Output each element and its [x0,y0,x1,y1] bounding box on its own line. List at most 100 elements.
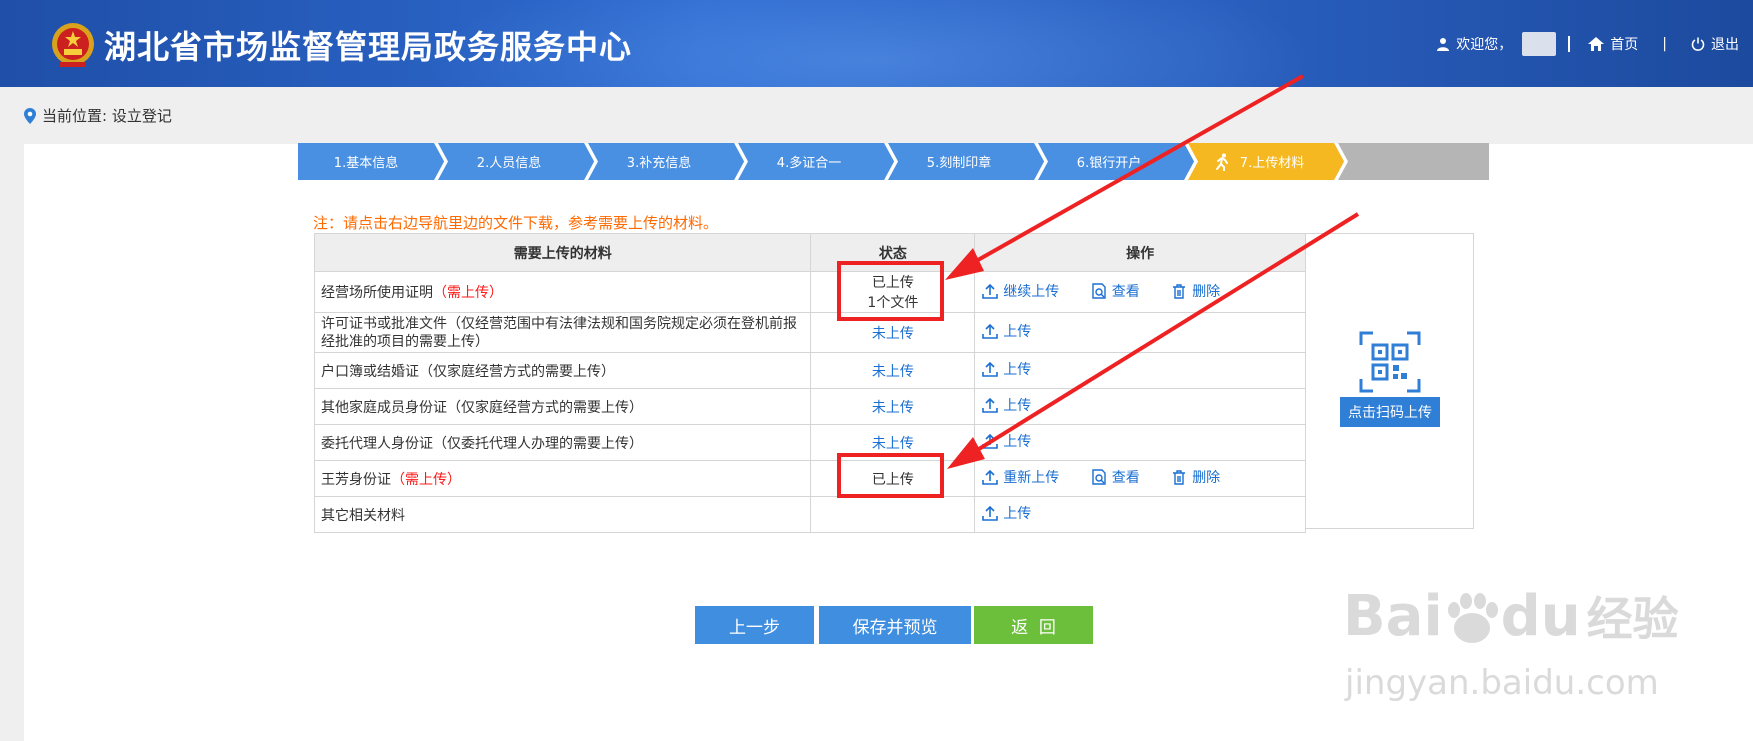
status-cell: 未上传 [810,352,976,389]
continue-upload-button[interactable]: 继续上传 [981,281,1059,301]
back-button[interactable]: 返 回 [974,606,1093,644]
upload-button[interactable]: 上传 [981,503,1031,523]
material-name: 经营场所使用证明（需上传） [313,271,812,313]
trash-icon [1173,283,1186,299]
status-text: 未上传 [871,363,914,380]
step-label: 5.刻制印章 [926,156,992,171]
save-preview-button[interactable]: 保存并预览 [819,606,971,644]
breadcrumb-text: 当前位置: 设立登记 [42,107,172,125]
step-chevron-icon [1184,143,1198,180]
material-name: 其他家庭成员身份证（仅家庭经营方式的需要上传） [313,388,812,425]
upload-button[interactable]: 上传 [981,395,1031,415]
upload-button[interactable]: 上传 [981,321,1031,341]
status-cell: 未上传 [810,388,976,425]
view-button[interactable]: 查看 [1090,281,1140,301]
header: 湖北省市场监督管理局政务服务中心 欢迎您， 首页 | 退出 [0,0,1753,87]
step-3[interactable]: 3.补充信息 [584,143,734,180]
step-label: 3.补充信息 [626,156,692,171]
materials-table: 需要上传的材料 状态 操作 经营场所使用证明（需上传） 已上传 1个文件 继续上传… [313,233,1306,533]
logout-label: 退出 [1711,37,1739,53]
view-button[interactable]: 查看 [1090,467,1140,487]
operation-cell: 上传 [974,312,1306,353]
step-7-active[interactable]: 7.上传材料 [1184,143,1334,180]
username-masked [1522,32,1557,56]
step-1[interactable]: 1.基本信息 [298,143,434,180]
table-row: 其它相关材料 上传 [313,496,1306,533]
location-pin-icon [24,107,36,124]
operation-cell: 上传 [974,424,1306,461]
step-chevron-icon [1034,143,1048,180]
top-links: 欢迎您， 首页 | 退出 [1436,32,1739,56]
upload-icon [982,397,999,413]
required-tag: （需上传） [433,285,503,301]
step-label: 6.银行开户 [1076,156,1142,171]
step-label: 7.上传材料 [1239,156,1305,171]
material-name: 许可证书或批准文件（仅经营范围中有法律法规和国务院规定必须在登机前报经批准的项目… [313,312,812,353]
material-name: 其它相关材料 [313,496,812,533]
steps-bar: 1.基本信息 2.人员信息 3.补充信息 4.多证合一 5.刻制印章 6.银行开… [298,143,1489,180]
upload-icon [982,323,999,339]
divider: | [1662,36,1667,52]
upload-button[interactable]: 上传 [981,431,1031,451]
status-text: 未上传 [871,399,914,416]
step-chevron-icon [1334,143,1348,180]
watermark-url: jingyan.baidu.com [1345,663,1659,703]
view-document-icon [1092,282,1106,299]
upload-icon [982,361,999,377]
table-row: 经营场所使用证明（需上传） 已上传 1个文件 继续上传 查看 删除 [313,271,1306,313]
col-header-material: 需要上传的材料 [313,233,812,272]
step-label: 1.基本信息 [333,156,399,171]
reupload-button[interactable]: 重新上传 [981,467,1059,487]
welcome-user[interactable]: 欢迎您， [1436,32,1571,56]
view-document-icon [1092,469,1106,485]
welcome-text: 欢迎您， [1456,37,1513,53]
home-link[interactable]: 首页 [1588,34,1638,54]
highlight-box [837,261,944,321]
material-name: 王芳身份证（需上传） [313,460,812,497]
step-2[interactable]: 2.人员信息 [434,143,584,180]
user-icon [1437,38,1450,51]
operation-cell: 继续上传 查看 删除 [974,271,1306,313]
upload-icon [982,433,999,449]
site-title: 湖北省市场监督管理局政务服务中心 [104,28,633,66]
step-4[interactable]: 4.多证合一 [734,143,884,180]
step-label: 4.多证合一 [776,156,842,171]
upload-note: 注：请点击右边导航里边的文件下载，参考需要上传的材料。 [313,214,719,232]
step-chevron-icon [584,143,598,180]
upload-icon [982,469,999,485]
table-row: 其他家庭成员身份证（仅家庭经营方式的需要上传） 未上传 上传 [313,388,1306,425]
step-label: 2.人员信息 [476,156,542,171]
col-header-operation: 操作 [974,233,1306,272]
step-5[interactable]: 5.刻制印章 [884,143,1034,180]
required-tag: （需上传） [391,471,461,488]
home-icon [1588,37,1605,51]
prev-step-button[interactable]: 上一步 [695,606,814,644]
table-row: 户口簿或结婚证（仅家庭经营方式的需要上传） 未上传 上传 [313,352,1306,389]
operation-cell: 上传 [974,352,1306,389]
step-chevron-icon [884,143,898,180]
step-chevron-icon [434,143,448,180]
power-icon [1691,37,1705,51]
delete-button[interactable]: 删除 [1170,281,1220,301]
upload-icon [982,505,999,521]
step-6[interactable]: 6.银行开户 [1034,143,1184,180]
divider [1568,36,1571,52]
status-text: 未上传 [871,325,914,342]
qr-code-icon [1359,331,1421,393]
upload-button[interactable]: 上传 [981,359,1031,379]
logout-link[interactable]: 退出 [1691,34,1739,54]
material-name: 委托代理人身份证（仅委托代理人办理的需要上传） [313,424,812,461]
national-emblem-icon [52,23,94,67]
table-row: 许可证书或批准文件（仅经营范围中有法律法规和国务院规定必须在登机前报经批准的项目… [313,312,1306,353]
status-text: 未上传 [871,435,914,452]
home-label: 首页 [1610,37,1639,53]
delete-button[interactable]: 删除 [1170,467,1220,487]
scan-upload-button[interactable]: 点击扫码上传 [1340,397,1440,427]
trash-icon [1173,470,1186,485]
breadcrumb: 当前位置: 设立登记 [24,105,172,126]
qr-upload-panel: 点击扫码上传 [1306,233,1474,529]
paw-icon [1447,592,1498,643]
operation-cell: 上传 [974,496,1306,533]
watermark-logo: Bai du 经验 [1343,584,1679,649]
operation-cell: 重新上传 查看 删除 [974,460,1306,497]
